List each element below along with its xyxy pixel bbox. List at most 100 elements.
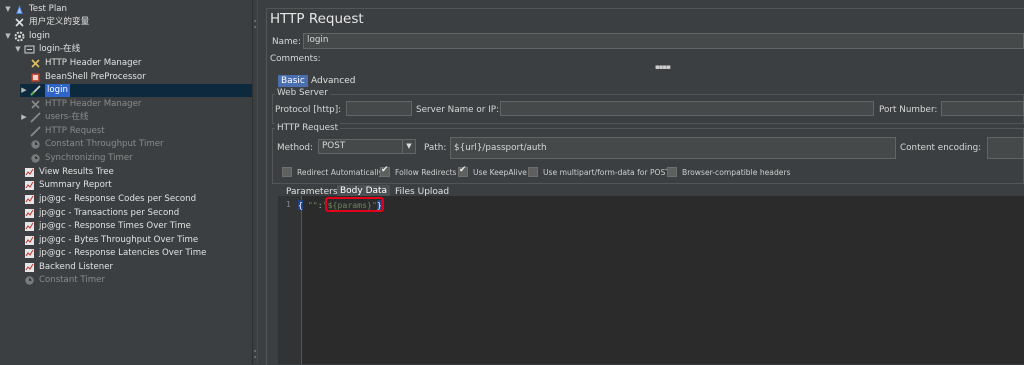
comments-label: Comments: bbox=[270, 54, 321, 64]
path-label: Path: bbox=[424, 143, 447, 153]
highlight-annotation-box bbox=[325, 197, 384, 212]
test-plan-icon bbox=[14, 4, 25, 15]
tree-item-users-controller[interactable]: ▶ users-在线 bbox=[20, 111, 89, 124]
http-request-panel: HTTP Request Name: login Comments: ▪▪▪▪ … bbox=[258, 0, 1024, 365]
browser-headers-checkbox[interactable]: Browser-compatible headers bbox=[667, 167, 791, 177]
line-number: 1 bbox=[286, 200, 291, 209]
use-keepalive-checkbox[interactable]: Use KeepAlive bbox=[458, 165, 527, 177]
method-select[interactable]: POST ▼ bbox=[318, 139, 416, 154]
resize-grip-icon[interactable]: ▪▪▪▪ bbox=[655, 63, 671, 71]
tree-item-test-plan[interactable]: ▼ Test Plan bbox=[4, 3, 67, 16]
tree-item-label: Test Plan bbox=[29, 4, 67, 14]
checkbox-box[interactable] bbox=[458, 165, 468, 177]
tree-item-constant-timer[interactable]: Constant Timer bbox=[24, 274, 105, 287]
tab-basic[interactable]: Basic bbox=[278, 75, 308, 87]
controller-icon bbox=[24, 44, 35, 55]
listener-icon bbox=[24, 167, 35, 178]
tree-item-view-results-tree[interactable]: View Results Tree bbox=[24, 166, 114, 179]
checkbox-label: Follow Redirects bbox=[395, 167, 457, 177]
content-encoding-label: Content encoding: bbox=[900, 143, 982, 153]
multipart-checkbox[interactable]: Use multipart/form-data for POST bbox=[528, 167, 670, 177]
tree-item-login-sampler[interactable]: ▶ login bbox=[20, 84, 252, 97]
expand-toggle-icon[interactable]: ▼ bbox=[4, 3, 12, 16]
page-title: HTTP Request bbox=[270, 11, 364, 27]
header-manager-icon bbox=[30, 58, 41, 69]
web-server-title: Web Server bbox=[275, 88, 330, 98]
tree-item-response-codes[interactable]: jp@gc - Response Codes per Second bbox=[24, 193, 196, 206]
tree-item-label: HTTP Header Manager bbox=[45, 99, 142, 109]
tree-item-label: jp@gc - Response Times Over Time bbox=[39, 221, 191, 231]
checkbox-box[interactable] bbox=[282, 167, 292, 177]
tree-item-http-request-disabled[interactable]: HTTP Request bbox=[30, 125, 105, 138]
expand-toggle-icon[interactable]: ▶ bbox=[20, 111, 28, 124]
tree-item-label: jp@gc - Response Codes per Second bbox=[39, 194, 197, 204]
listener-icon bbox=[24, 221, 35, 232]
preprocessor-icon bbox=[30, 72, 41, 83]
checkbox-label: Redirect Automatically bbox=[297, 167, 384, 177]
tree-item-throughput-timer[interactable]: Constant Throughput Timer bbox=[30, 138, 164, 151]
tree-item-controller[interactable]: ▼ login-在线 bbox=[14, 43, 80, 56]
http-request-title: HTTP Request bbox=[275, 123, 341, 133]
protocol-field[interactable] bbox=[346, 101, 412, 116]
open-brace: { bbox=[298, 200, 303, 210]
divider-grip-dot bbox=[254, 20, 256, 22]
tree-item-bytes-throughput[interactable]: jp@gc - Bytes Throughput Over Time bbox=[24, 234, 198, 247]
user-variables-icon bbox=[14, 17, 25, 28]
expand-toggle-icon[interactable]: ▼ bbox=[4, 30, 12, 43]
divider-grip-dot bbox=[254, 350, 256, 352]
tree-item-backend-listener[interactable]: Backend Listener bbox=[24, 261, 113, 274]
tree-item-label: jp@gc - Response Latencies Over Time bbox=[39, 248, 207, 258]
method-value: POST bbox=[322, 141, 346, 151]
follow-redirects-checkbox[interactable]: Follow Redirects bbox=[380, 165, 457, 177]
tree-item-response-latencies[interactable]: jp@gc - Response Latencies Over Time bbox=[24, 247, 206, 260]
tree-item-header-manager[interactable]: HTTP Header Manager bbox=[30, 57, 141, 70]
tree-item-label: BeanShell PreProcessor bbox=[45, 72, 146, 82]
tree-item-label: login-在线 bbox=[39, 44, 81, 54]
tree-item-header-manager-disabled[interactable]: HTTP Header Manager bbox=[30, 98, 141, 111]
checkbox-box[interactable] bbox=[380, 165, 390, 177]
chevron-down-icon[interactable]: ▼ bbox=[402, 140, 415, 153]
expand-toggle-icon[interactable]: ▼ bbox=[14, 43, 22, 56]
content-encoding-field[interactable] bbox=[987, 137, 1024, 159]
port-label: Port Number: bbox=[879, 105, 938, 115]
method-label: Method: bbox=[277, 143, 313, 153]
divider-grip-dot bbox=[254, 26, 256, 28]
tree-item-user-variables[interactable]: 用户定义的变量 bbox=[14, 16, 89, 29]
path-field[interactable]: ${url}/passport/auth bbox=[450, 137, 896, 159]
timer-icon bbox=[30, 139, 41, 150]
redirect-automatically-checkbox[interactable]: Redirect Automatically bbox=[282, 167, 383, 177]
http-sampler-icon bbox=[30, 112, 41, 123]
tree-item-label: login bbox=[29, 31, 50, 41]
checkbox-box[interactable] bbox=[667, 167, 677, 177]
server-field[interactable] bbox=[500, 101, 874, 116]
tree-item-label: View Results Tree bbox=[39, 167, 114, 177]
tree-item-label: Synchronizing Timer bbox=[45, 153, 133, 163]
protocol-label: Protocol [http]: bbox=[275, 105, 342, 115]
test-plan-tree[interactable]: ▼ Test Plan 用户定义的变量 ▼ login ▼ login-在线 H… bbox=[0, 0, 253, 364]
tree-item-summary-report[interactable]: Summary Report bbox=[24, 179, 112, 192]
tab-advanced[interactable]: Advanced bbox=[308, 75, 358, 87]
tree-item-beanshell[interactable]: BeanShell PreProcessor bbox=[30, 71, 146, 84]
server-label: Server Name or IP: bbox=[416, 105, 500, 115]
tree-item-thread-group[interactable]: ▼ login bbox=[4, 30, 50, 43]
tree-item-label: jp@gc - Transactions per Second bbox=[39, 208, 180, 218]
listener-icon bbox=[24, 180, 35, 191]
checkbox-box[interactable] bbox=[528, 167, 538, 177]
tree-item-sync-timer[interactable]: Synchronizing Timer bbox=[30, 152, 133, 165]
name-field[interactable]: login bbox=[303, 33, 1024, 49]
tree-item-transactions[interactable]: jp@gc - Transactions per Second bbox=[24, 207, 179, 220]
tree-item-label: 用户定义的变量 bbox=[29, 17, 90, 27]
tree-item-label: jp@gc - Bytes Throughput Over Time bbox=[39, 235, 199, 245]
listener-icon bbox=[24, 208, 35, 219]
checkbox-label: Use KeepAlive bbox=[473, 167, 527, 177]
name-label: Name: bbox=[272, 37, 301, 47]
expand-toggle-icon[interactable]: ▶ bbox=[20, 84, 28, 97]
thread-group-icon bbox=[14, 31, 25, 42]
port-field[interactable] bbox=[941, 101, 1024, 116]
tree-item-response-times[interactable]: jp@gc - Response Times Over Time bbox=[24, 220, 191, 233]
timer-icon bbox=[24, 275, 35, 286]
tree-item-label: users-在线 bbox=[45, 112, 89, 122]
body-data-editor[interactable] bbox=[278, 196, 1024, 364]
line-number-gutter bbox=[278, 196, 302, 364]
tree-item-label: Constant Timer bbox=[39, 275, 105, 285]
